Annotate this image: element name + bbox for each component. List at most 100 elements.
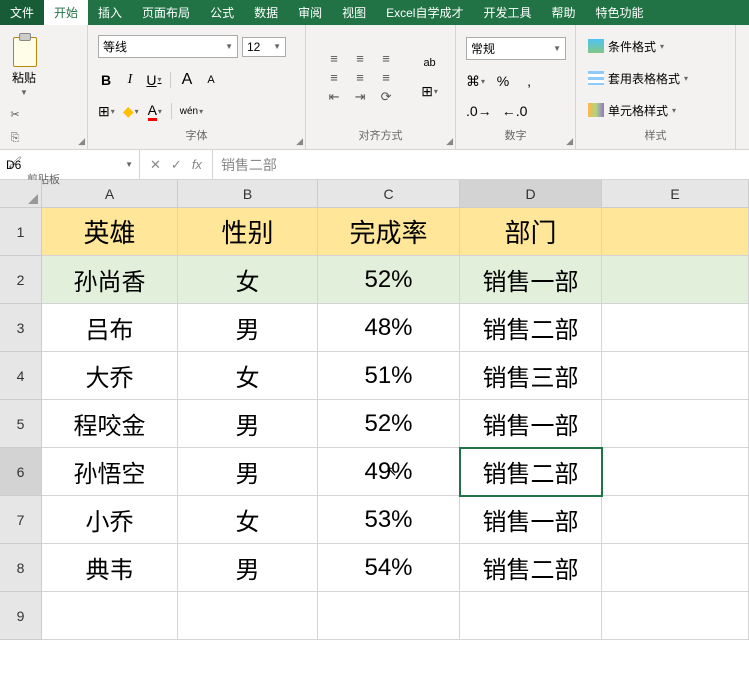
cell-B1[interactable]: 性别 bbox=[178, 208, 318, 256]
tab-help[interactable]: 帮助 bbox=[542, 0, 586, 25]
cell-D7[interactable]: 销售一部 bbox=[460, 496, 602, 544]
cell-A7[interactable]: 小乔 bbox=[42, 496, 178, 544]
cell-E3[interactable] bbox=[602, 304, 749, 352]
cell-B5[interactable]: 男 bbox=[178, 400, 318, 448]
tab-review[interactable]: 审阅 bbox=[288, 0, 332, 25]
align-left-button[interactable]: ≡ bbox=[323, 70, 345, 85]
percent-button[interactable]: % bbox=[495, 73, 511, 89]
tab-data[interactable]: 数据 bbox=[244, 0, 288, 25]
cell-B8[interactable]: 男 bbox=[178, 544, 318, 592]
col-header-C[interactable]: C bbox=[318, 180, 460, 208]
row-header-2[interactable]: 2 bbox=[0, 256, 42, 304]
row-header-5[interactable]: 5 bbox=[0, 400, 42, 448]
align-center-button[interactable]: ≡ bbox=[349, 70, 371, 85]
enter-formula-button[interactable]: ✓ bbox=[171, 157, 182, 173]
cell-A9[interactable] bbox=[42, 592, 178, 640]
font-launcher[interactable]: ◢ bbox=[296, 136, 303, 147]
cell-A8[interactable]: 典韦 bbox=[42, 544, 178, 592]
cell-E9[interactable] bbox=[602, 592, 749, 640]
cell-D4[interactable]: 销售三部 bbox=[460, 352, 602, 400]
cell-D6[interactable]: 销售二部 bbox=[460, 448, 602, 496]
cell-C9[interactable] bbox=[318, 592, 460, 640]
cell-C1[interactable]: 完成率 bbox=[318, 208, 460, 256]
cell-A2[interactable]: 孙尚香 bbox=[42, 256, 178, 304]
tab-special[interactable]: 特色功能 bbox=[586, 0, 654, 25]
cell-B2[interactable]: 女 bbox=[178, 256, 318, 304]
cell-E5[interactable] bbox=[602, 400, 749, 448]
clipboard-launcher[interactable]: ◢ bbox=[78, 136, 85, 147]
fx-button[interactable]: fx bbox=[192, 157, 202, 172]
cell-C3[interactable]: 48% bbox=[318, 304, 460, 352]
cell-B9[interactable] bbox=[178, 592, 318, 640]
row-header-1[interactable]: 1 bbox=[0, 208, 42, 256]
cell-D5[interactable]: 销售一部 bbox=[460, 400, 602, 448]
increase-indent-button[interactable]: ⇥ bbox=[349, 89, 371, 105]
table-format-button[interactable]: 套用表格格式▾ bbox=[586, 68, 725, 89]
cell-A1[interactable]: 英雄 bbox=[42, 208, 178, 256]
align-top-button[interactable]: ≡ bbox=[323, 51, 345, 66]
cell-C8[interactable]: 54% bbox=[318, 544, 460, 592]
col-header-D[interactable]: D bbox=[460, 180, 602, 208]
conditional-format-button[interactable]: 条件格式▾ bbox=[586, 36, 725, 57]
cell-B7[interactable]: 女 bbox=[178, 496, 318, 544]
cell-E6[interactable] bbox=[602, 448, 749, 496]
cell-B4[interactable]: 女 bbox=[178, 352, 318, 400]
font-name-combo[interactable]: 等线▼ bbox=[98, 35, 238, 58]
tab-view[interactable]: 视图 bbox=[332, 0, 376, 25]
number-format-combo[interactable]: 常规▼ bbox=[466, 37, 566, 60]
comma-button[interactable]: , bbox=[521, 73, 537, 89]
cell-D3[interactable]: 销售二部 bbox=[460, 304, 602, 352]
align-right-button[interactable]: ≡ bbox=[375, 70, 397, 85]
cut-button[interactable]: ✂ bbox=[6, 105, 24, 123]
phonetic-button[interactable]: wén▾ bbox=[180, 106, 203, 117]
cell-C2[interactable]: 52% bbox=[318, 256, 460, 304]
cell-C6[interactable]: ↖49% bbox=[318, 448, 460, 496]
cell-A6[interactable]: 孙悟空 bbox=[42, 448, 178, 496]
tab-dev[interactable]: 开发工具 bbox=[473, 0, 541, 25]
align-middle-button[interactable]: ≡ bbox=[349, 51, 371, 66]
cell-E8[interactable] bbox=[602, 544, 749, 592]
cell-E4[interactable] bbox=[602, 352, 749, 400]
row-header-7[interactable]: 7 bbox=[0, 496, 42, 544]
italic-button[interactable]: I bbox=[122, 72, 138, 88]
underline-button[interactable]: U▾ bbox=[146, 72, 162, 88]
decrease-font-button[interactable]: A bbox=[203, 74, 219, 86]
tab-layout[interactable]: 页面布局 bbox=[132, 0, 200, 25]
cell-D2[interactable]: 销售一部 bbox=[460, 256, 602, 304]
currency-button[interactable]: ⌘▾ bbox=[466, 73, 485, 90]
align-bottom-button[interactable]: ≡ bbox=[375, 51, 397, 66]
cell-E2[interactable] bbox=[602, 256, 749, 304]
cell-B3[interactable]: 男 bbox=[178, 304, 318, 352]
formula-input[interactable]: 销售二部 bbox=[213, 150, 749, 179]
orientation-button[interactable]: ⟳ bbox=[375, 89, 397, 105]
cancel-formula-button[interactable]: ✕ bbox=[150, 157, 161, 173]
cell-C5[interactable]: 52% bbox=[318, 400, 460, 448]
wrap-text-button[interactable]: ab bbox=[421, 57, 438, 69]
cell-A3[interactable]: 吕布 bbox=[42, 304, 178, 352]
row-header-8[interactable]: 8 bbox=[0, 544, 42, 592]
row-header-3[interactable]: 3 bbox=[0, 304, 42, 352]
alignment-launcher[interactable]: ◢ bbox=[446, 136, 453, 147]
row-header-6[interactable]: 6 bbox=[0, 448, 42, 496]
cell-C7[interactable]: 53% bbox=[318, 496, 460, 544]
font-color-button[interactable]: A▾ bbox=[147, 102, 163, 121]
border-button[interactable]: ⊞▾ bbox=[98, 103, 115, 120]
number-launcher[interactable]: ◢ bbox=[566, 136, 573, 147]
col-header-B[interactable]: B bbox=[178, 180, 318, 208]
tab-file[interactable]: 文件 bbox=[0, 0, 44, 25]
cell-E7[interactable] bbox=[602, 496, 749, 544]
cell-D1[interactable]: 部门 bbox=[460, 208, 602, 256]
decrease-decimal-button[interactable]: ←.0 bbox=[502, 103, 528, 119]
row-header-9[interactable]: 9 bbox=[0, 592, 42, 640]
bold-button[interactable]: B bbox=[98, 72, 114, 88]
col-header-E[interactable]: E bbox=[602, 180, 749, 208]
tab-excel-custom[interactable]: Excel自学成才 bbox=[376, 0, 473, 25]
paste-button[interactable]: 粘贴 ▼ bbox=[6, 29, 42, 101]
cell-E1[interactable] bbox=[602, 208, 749, 256]
select-all-corner[interactable] bbox=[0, 180, 42, 208]
increase-font-button[interactable]: A bbox=[179, 71, 195, 89]
cell-A5[interactable]: 程咬金 bbox=[42, 400, 178, 448]
copy-button[interactable]: ⎘ bbox=[6, 129, 24, 147]
row-header-4[interactable]: 4 bbox=[0, 352, 42, 400]
cell-B6[interactable]: 男 bbox=[178, 448, 318, 496]
